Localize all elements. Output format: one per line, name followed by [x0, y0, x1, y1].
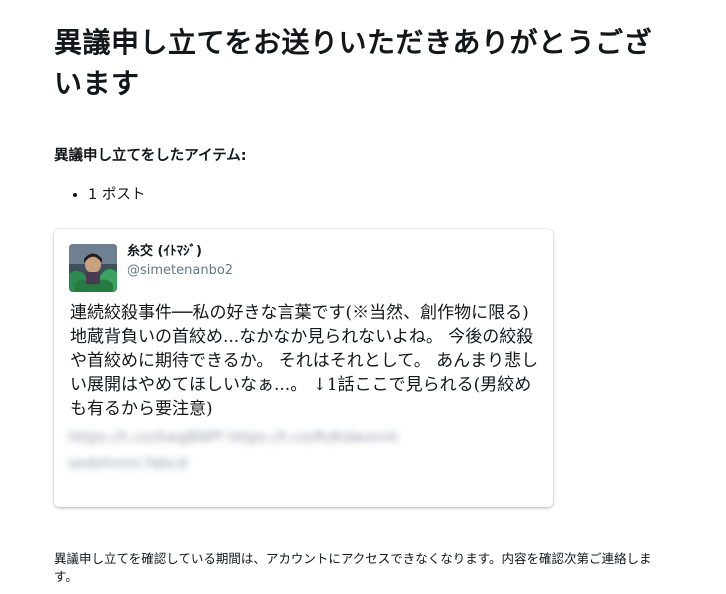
blurred-link-line: sedehnini.fabcd [68, 454, 188, 472]
appeal-confirmation-page: 異議申し立てをお送りいただきありがとうございます 異議申し立てをしたアイテム: … [54, 0, 674, 584]
author-handle[interactable]: @simetenanbo2 [127, 262, 233, 280]
appealed-items-list: 1 ポスト [54, 185, 674, 205]
review-notice: 異議申し立てを確認している期間は、アカウントにアクセスできなくなります。内容を確… [54, 551, 652, 584]
tweet-author[interactable]: 糸交 (ｲﾄﾏｼﾞ) @simetenanbo2 [127, 244, 233, 280]
author-display-name[interactable]: 糸交 (ｲﾄﾏｼﾞ) [127, 244, 233, 260]
list-item: 1 ポスト [88, 185, 674, 205]
tweet-text: 連続絞殺事件──私の好きな言葉です(※当然、創作物に限る) 地蔵背負いの首絞め.… [70, 303, 539, 419]
user-avatar-icon[interactable] [69, 244, 117, 292]
page-title: 異議申し立てをお送りいただきありがとうございます [54, 26, 652, 100]
tweet-card[interactable]: 糸交 (ｲﾄﾏｼﾞ) @simetenanbo2 連続絞殺事件──私の好きな言葉… [54, 229, 553, 507]
blurred-link-line: https://t.co/XwgBNPf https://t.co/RzKdwx… [68, 428, 399, 446]
appealed-items-label: 異議申し立てをしたアイテム: [54, 148, 247, 164]
